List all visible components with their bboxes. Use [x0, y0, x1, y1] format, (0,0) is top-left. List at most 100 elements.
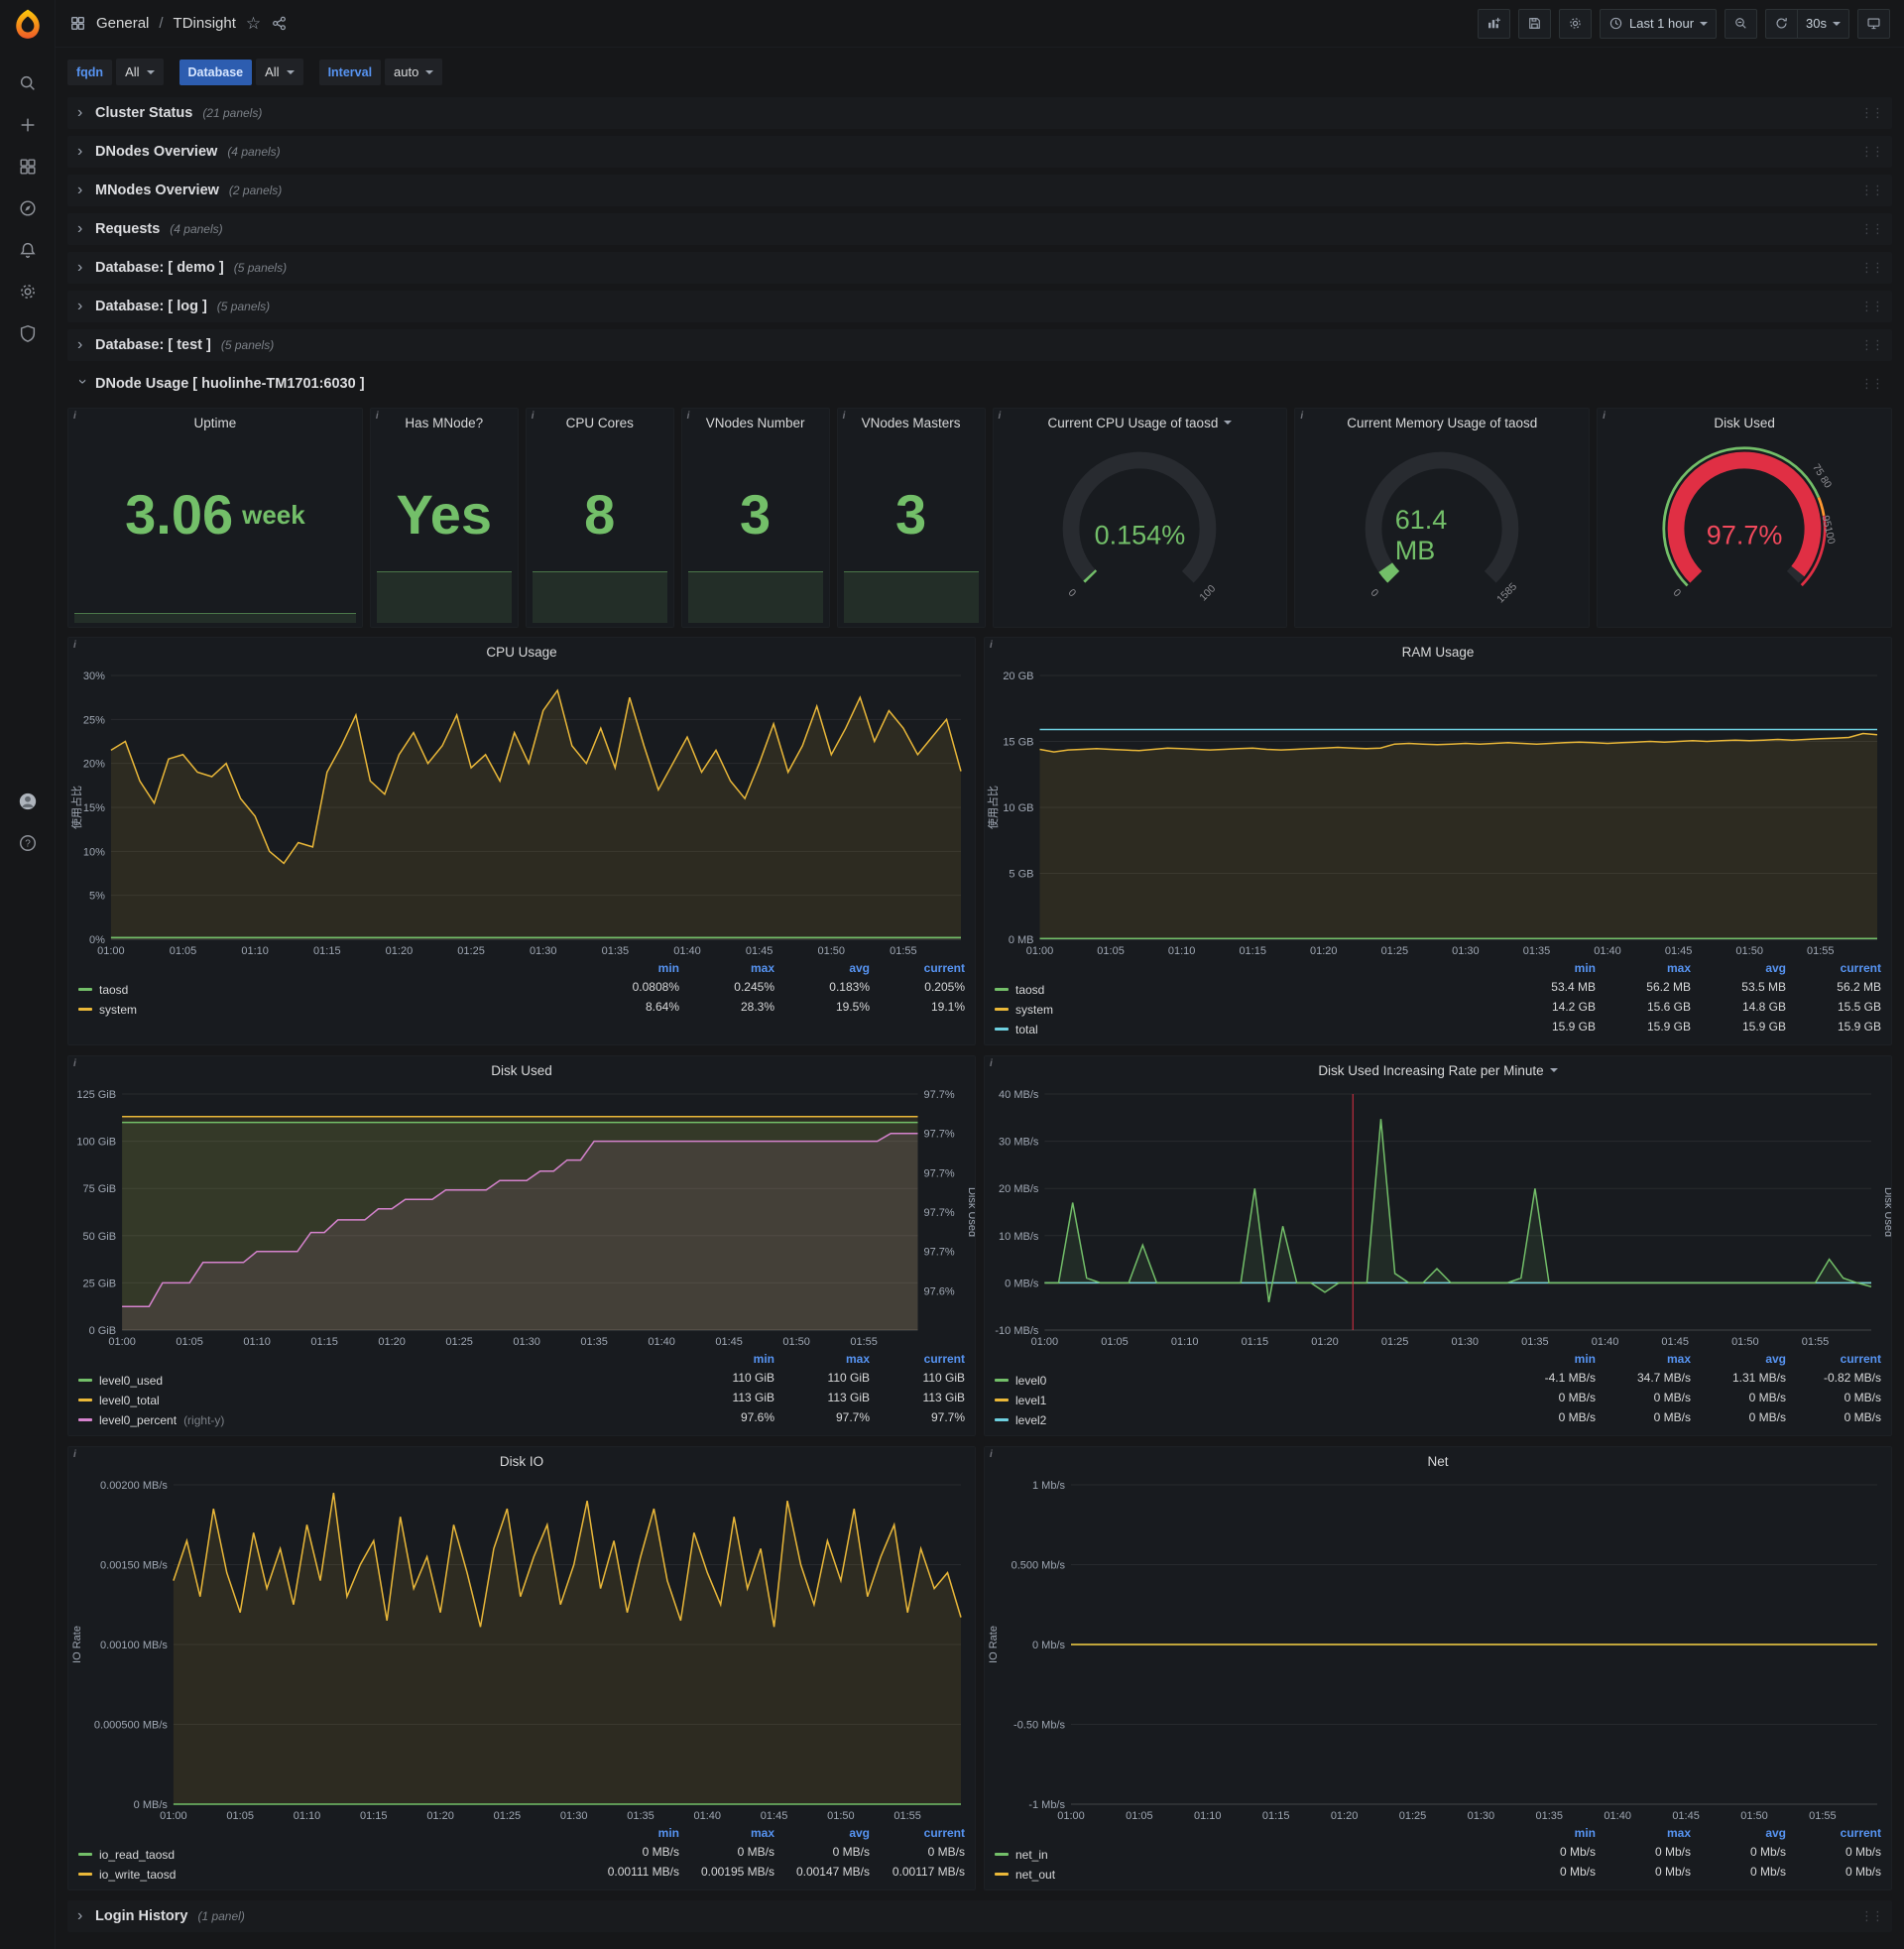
row-drag-handle[interactable]: ⋮⋮: [1860, 144, 1884, 160]
dashboard-settings-button[interactable]: [1558, 8, 1592, 39]
legend-col-avg[interactable]: avg: [1691, 1352, 1786, 1370]
time-range-picker[interactable]: Last 1 hour: [1599, 8, 1718, 39]
panel-info-icon[interactable]: i: [990, 1449, 993, 1460]
panel-title[interactable]: Uptime: [68, 409, 362, 436]
legend-col-min[interactable]: min: [584, 1826, 679, 1844]
legend-col-max[interactable]: max: [1596, 1352, 1691, 1370]
row-drag-handle[interactable]: ⋮⋮: [1860, 105, 1884, 121]
panel-info-icon[interactable]: i: [73, 1058, 76, 1069]
alerting-bell-icon[interactable]: [8, 230, 48, 270]
panel-menu-caret-icon[interactable]: [1549, 1068, 1558, 1072]
legend-col-current[interactable]: current: [870, 1352, 965, 1370]
panel-title[interactable]: Disk Used Increasing Rate per Minute: [985, 1056, 1891, 1084]
panel-info-icon[interactable]: i: [376, 411, 379, 422]
save-dashboard-button[interactable]: [1517, 8, 1551, 39]
row-database-demo[interactable]: › Database: [ demo ] (5 panels) ⋮⋮: [67, 252, 1892, 284]
row-drag-handle[interactable]: ⋮⋮: [1860, 1908, 1884, 1924]
net-plot[interactable]: -1 Mb/s-0.50 Mb/s0 Mb/s0.500 Mb/s1 Mb/s0…: [985, 1475, 1891, 1824]
legend-series-toggle[interactable]: system: [995, 1000, 1500, 1019]
panel-info-icon[interactable]: i: [532, 411, 535, 422]
panel-title[interactable]: VNodes Masters: [838, 409, 985, 436]
legend-series-toggle[interactable]: taosd: [78, 980, 584, 999]
legend-series-toggle[interactable]: level0_used: [78, 1371, 679, 1390]
legend-col-current[interactable]: current: [1786, 1352, 1881, 1370]
panel-info-icon[interactable]: i: [1603, 411, 1606, 422]
panel-menu-caret-icon[interactable]: [1224, 421, 1233, 425]
variable-interval-label[interactable]: Interval: [318, 59, 382, 85]
legend-series-toggle[interactable]: io_write_taosd: [78, 1865, 584, 1884]
refresh-button[interactable]: [1765, 8, 1798, 39]
panel-title[interactable]: VNodes Number: [682, 409, 829, 436]
row-mnodes-overview[interactable]: › MNodes Overview (2 panels) ⋮⋮: [67, 175, 1892, 206]
legend-col-min[interactable]: min: [584, 961, 679, 979]
legend-series-toggle[interactable]: level0: [995, 1371, 1500, 1390]
variable-fqdn-value[interactable]: All: [116, 59, 164, 85]
legend-series-toggle[interactable]: io_read_taosd: [78, 1845, 584, 1864]
legend-col-avg[interactable]: avg: [774, 1826, 870, 1844]
legend-col-max[interactable]: max: [1596, 961, 1691, 979]
panel-title[interactable]: Disk IO: [68, 1447, 975, 1475]
legend-series-toggle[interactable]: level0_percent (right-y): [78, 1410, 679, 1429]
user-avatar[interactable]: [8, 782, 48, 821]
star-icon[interactable]: ☆: [246, 14, 261, 34]
disk-io-plot[interactable]: 0 MB/s0.000500 MB/s0.00100 MB/s0.00150 M…: [68, 1475, 975, 1824]
legend-col-min[interactable]: min: [1500, 1352, 1596, 1370]
row-database-test[interactable]: › Database: [ test ] (5 panels) ⋮⋮: [67, 329, 1892, 361]
configuration-gear-icon[interactable]: [8, 272, 48, 311]
panel-info-icon[interactable]: i: [990, 1058, 993, 1069]
disk-used-plot[interactable]: 0 GiB25 GiB50 GiB75 GiB100 GiB125 GiB97.…: [68, 1084, 975, 1350]
explore-compass-icon[interactable]: [8, 188, 48, 228]
variable-interval-value[interactable]: auto: [385, 59, 443, 85]
panel-info-icon[interactable]: i: [73, 1449, 76, 1460]
row-drag-handle[interactable]: ⋮⋮: [1860, 376, 1884, 392]
legend-series-toggle[interactable]: total: [995, 1020, 1500, 1038]
panel-title[interactable]: Disk Used: [68, 1056, 975, 1084]
legend-col-min[interactable]: min: [1500, 1826, 1596, 1844]
dashboards-icon[interactable]: [8, 147, 48, 186]
row-drag-handle[interactable]: ⋮⋮: [1860, 183, 1884, 198]
legend-col-max[interactable]: max: [679, 1826, 774, 1844]
legend-col-max[interactable]: max: [1596, 1826, 1691, 1844]
help-icon[interactable]: ?: [8, 823, 48, 863]
tv-mode-button[interactable]: [1857, 8, 1890, 39]
panel-info-icon[interactable]: i: [1300, 411, 1303, 422]
breadcrumb-folder[interactable]: General: [96, 15, 149, 32]
row-requests[interactable]: › Requests (4 panels) ⋮⋮: [67, 213, 1892, 245]
legend-series-toggle[interactable]: level1: [995, 1391, 1500, 1409]
legend-col-max[interactable]: max: [679, 961, 774, 979]
legend-col-avg[interactable]: avg: [1691, 1826, 1786, 1844]
legend-col-max[interactable]: max: [774, 1352, 870, 1370]
add-panel-button[interactable]: [1477, 8, 1510, 39]
panel-info-icon[interactable]: i: [843, 411, 846, 422]
row-drag-handle[interactable]: ⋮⋮: [1860, 260, 1884, 276]
row-database-log[interactable]: › Database: [ log ] (5 panels) ⋮⋮: [67, 291, 1892, 322]
panel-title[interactable]: CPU Cores: [527, 409, 673, 436]
row-login-history[interactable]: › Login History (1 panel) ⋮⋮: [67, 1900, 1892, 1932]
zoom-out-button[interactable]: [1725, 8, 1758, 39]
panel-info-icon[interactable]: i: [687, 411, 690, 422]
cpu-usage-plot[interactable]: 0%5%10%15%20%25%30%01:00 01:05 01:10 01:15 0…: [68, 666, 975, 959]
create-plus-icon[interactable]: [8, 105, 48, 145]
panel-title[interactable]: Has MNode?: [371, 409, 518, 436]
legend-series-toggle[interactable]: net_in: [995, 1845, 1500, 1864]
server-admin-shield-icon[interactable]: [8, 313, 48, 353]
row-dnode-usage[interactable]: › DNode Usage [ huolinhe-TM1701:6030 ] ⋮⋮: [67, 368, 1892, 400]
legend-series-toggle[interactable]: system: [78, 1000, 584, 1019]
legend-series-toggle[interactable]: level2: [995, 1410, 1500, 1429]
legend-col-min[interactable]: min: [679, 1352, 774, 1370]
variable-fqdn-label[interactable]: fqdn: [67, 59, 113, 85]
row-drag-handle[interactable]: ⋮⋮: [1860, 221, 1884, 237]
row-drag-handle[interactable]: ⋮⋮: [1860, 337, 1884, 353]
legend-series-toggle[interactable]: level0_total: [78, 1391, 679, 1409]
row-cluster-status[interactable]: › Cluster Status (21 panels) ⋮⋮: [67, 97, 1892, 129]
panel-title[interactable]: Net: [985, 1447, 1891, 1475]
legend-col-current[interactable]: current: [870, 961, 965, 979]
panel-info-icon[interactable]: i: [73, 411, 76, 422]
legend-col-avg[interactable]: avg: [1691, 961, 1786, 979]
refresh-interval-select[interactable]: 30s: [1797, 8, 1849, 39]
legend-col-current[interactable]: current: [870, 1826, 965, 1844]
legend-col-current[interactable]: current: [1786, 961, 1881, 979]
grafana-logo-icon[interactable]: [11, 8, 45, 42]
variable-database-value[interactable]: All: [256, 59, 303, 85]
panel-title[interactable]: Disk Used: [1598, 409, 1891, 436]
